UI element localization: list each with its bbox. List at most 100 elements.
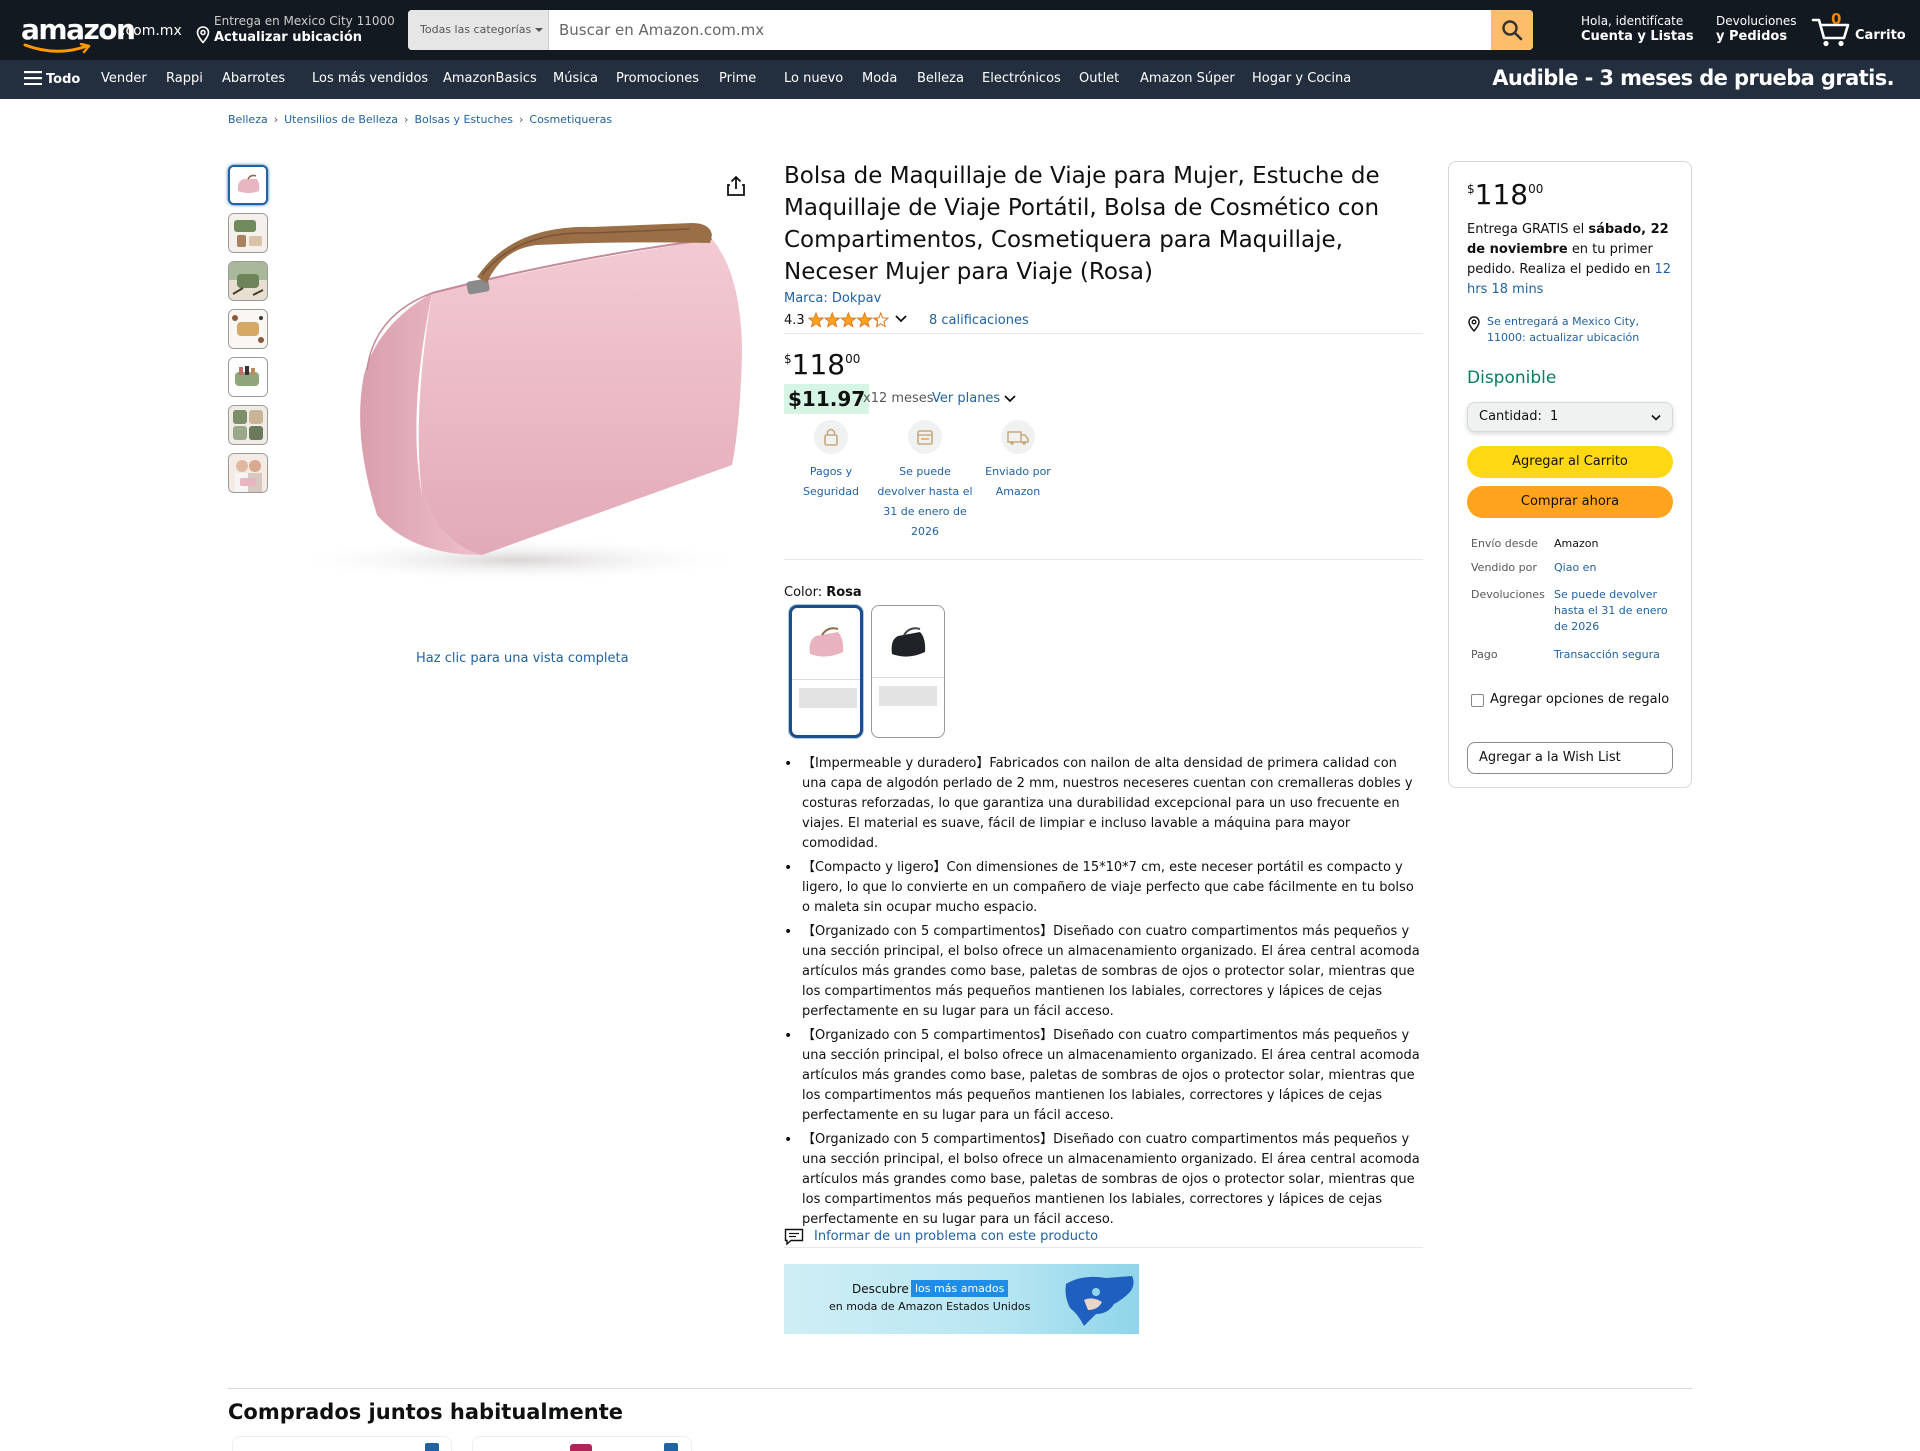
subnav-item-promociones[interactable]: Promociones (616, 71, 699, 86)
delivery-location[interactable]: Entrega en Mexico City 11000 Actualizar … (196, 14, 395, 48)
audible-promo-banner[interactable]: Audible - 3 meses de prueba gratis. (1492, 66, 1894, 90)
share-icon[interactable] (726, 175, 746, 197)
green-bag-contents-thumbnail-image (229, 214, 267, 252)
subnav-item-vender[interactable]: Vender (101, 71, 147, 86)
subnav-item-mas-vendidos[interactable]: Los más vendidos (312, 71, 428, 86)
secure-transaction-link[interactable]: Transacción segura (1554, 647, 1672, 663)
ships-from-label: Envío desde (1471, 537, 1538, 550)
chevron-down-icon[interactable] (894, 313, 908, 325)
subnav-item-prime[interactable]: Prime (719, 71, 756, 86)
star-icon (808, 312, 825, 328)
bag-with-brushes-thumbnail-image (229, 262, 267, 300)
badge-label: Enviado por Amazon (985, 465, 1051, 498)
subnav-item-rappi[interactable]: Rappi (166, 71, 203, 86)
brand-link[interactable]: Marca: Dokpav (784, 291, 881, 306)
ratings-count-link[interactable]: 8 calificaciones (929, 313, 1029, 328)
subnav-item-moda[interactable]: Moda (862, 71, 897, 86)
breadcrumb-link[interactable]: Utensilios de Belleza (284, 113, 398, 126)
subnav-item-amazon-super[interactable]: Amazon Súper (1140, 71, 1235, 86)
thumbnail-6[interactable] (228, 405, 268, 445)
add-to-wishlist-button[interactable]: Agregar a la Wish List (1467, 742, 1673, 774)
breadcrumb-link[interactable]: Bolsas y Estuches (414, 113, 513, 126)
delivery-location-link[interactable]: Se entregará a Mexico City, 11000: actua… (1467, 314, 1677, 348)
ships-from-value: Amazon (1554, 537, 1599, 550)
returns-label: Devoluciones (1471, 588, 1545, 601)
pink-swatch-image (792, 608, 860, 680)
seller-link[interactable]: Qiao en (1554, 560, 1672, 576)
price-fraction: 00 (845, 352, 861, 366)
search-button[interactable] (1491, 10, 1533, 50)
fbt-checkbox-checked[interactable] (425, 1443, 439, 1451)
breadcrumb-link[interactable]: Cosmetiqueras (529, 113, 612, 126)
returns-label: Devoluciones (1716, 14, 1797, 28)
bag-features-thumbnail-image (229, 406, 267, 444)
color-label: Color: (784, 585, 823, 600)
logo-wordmark: amazon (21, 13, 136, 46)
buy-now-button[interactable]: Comprar ahora (1467, 486, 1673, 518)
checkbox-unchecked[interactable] (1471, 694, 1484, 707)
location-pin-icon (196, 26, 210, 44)
fbt-product-thumbnail (570, 1444, 592, 1451)
rating-number: 4.3 (784, 313, 805, 328)
delivery-free-text: Entrega GRATIS el (1467, 222, 1585, 237)
amazon-logo[interactable]: amazon .com.mx (21, 13, 182, 54)
cart-button[interactable]: 0 Carrito (1811, 10, 1907, 48)
price-whole: 118 (1474, 178, 1529, 211)
badge-label: Pagos y Seguridad (803, 465, 859, 498)
star-rating-icon[interactable] (808, 312, 890, 329)
badge-secure-payment[interactable]: Pagos y Seguridad (781, 420, 881, 502)
quantity-label: Cantidad: (1479, 409, 1542, 424)
subnav-item-hogar-cocina[interactable]: Hogar y Cocina (1252, 71, 1351, 86)
main-product-image[interactable] (272, 165, 762, 585)
price-whole: 118 (791, 348, 846, 381)
buybox-price: $11800 (1467, 178, 1543, 211)
badge-label: Se puede devolver hasta el 31 de enero d… (877, 465, 973, 538)
secondary-navbar: Todo Vender Rappi Abarrotes Los más vend… (0, 60, 1920, 99)
subnav-item-electronicos[interactable]: Electrónicos (982, 71, 1061, 86)
price-symbol: $ (1467, 182, 1475, 196)
frequently-bought-title: Comprados juntos habitualmente (228, 1400, 623, 1424)
thumbnail-1[interactable] (228, 165, 268, 205)
fbt-checkbox-checked[interactable] (664, 1443, 678, 1451)
fbt-product-card[interactable] (232, 1436, 452, 1451)
thumbnail-4[interactable] (228, 309, 268, 349)
usa-map-illustration-icon (1065, 1276, 1134, 1326)
all-menu-button[interactable]: Todo (24, 71, 80, 87)
add-to-cart-button[interactable]: Agregar al Carrito (1467, 446, 1673, 478)
subnav-item-amazonbasics[interactable]: AmazonBasics (443, 71, 537, 86)
chevron-right-icon: › (404, 113, 409, 126)
feature-bullet: 【Impermeable y duradero】Fabricados con n… (784, 754, 1424, 854)
returns-policy-link[interactable]: Se puede devolver hasta el 31 de enero d… (1554, 587, 1672, 635)
feature-bullet: 【Organizado con 5 compartimentos】Diseñad… (784, 1026, 1424, 1126)
lifestyle-model-thumbnail-image (229, 454, 267, 492)
fashion-promo-banner[interactable]: Descubre los más amados en moda de Amazo… (784, 1264, 1139, 1334)
search-bar: Todas las categorías (408, 10, 1533, 50)
chevron-down-icon[interactable] (1003, 393, 1017, 405)
subnav-item-belleza[interactable]: Belleza (917, 71, 964, 86)
view-plans-link[interactable]: Ver planes (932, 391, 1000, 406)
subnav-item-abarrotes[interactable]: Abarrotes (222, 71, 285, 86)
thumbnail-3[interactable] (228, 261, 268, 301)
deliver-to-label: Entrega en Mexico City 11000 (214, 14, 395, 28)
badge-returns[interactable]: Se puede devolver hasta el 31 de enero d… (875, 420, 975, 542)
thumbnail-7[interactable] (228, 453, 268, 493)
subnav-item-outlet[interactable]: Outlet (1079, 71, 1119, 86)
color-swatch-negro[interactable] (871, 605, 945, 738)
thumbnail-2[interactable] (228, 213, 268, 253)
returns-orders-link[interactable]: Devoluciones y Pedidos (1716, 14, 1797, 44)
smile-arrow-icon (23, 43, 91, 54)
cart-count: 0 (1831, 10, 1842, 28)
thumbnail-5[interactable] (228, 357, 268, 397)
search-input[interactable] (549, 10, 1492, 50)
subnav-item-lo-nuevo[interactable]: Lo nuevo (784, 71, 843, 86)
breadcrumb-link[interactable]: Belleza (228, 113, 268, 126)
search-category-dropdown[interactable]: Todas las categorías (408, 10, 549, 50)
badge-shipped-by-amazon[interactable]: Enviado por Amazon (968, 420, 1068, 502)
account-lists-menu[interactable]: Hola, identifícate Cuenta y Listas (1581, 14, 1694, 44)
quantity-dropdown[interactable]: Cantidad: 1 (1467, 402, 1673, 432)
color-swatch-rosa[interactable] (789, 605, 863, 738)
subnav-item-musica[interactable]: Música (553, 71, 598, 86)
chevron-right-icon: › (273, 113, 279, 126)
return-box-icon (908, 420, 942, 454)
full-view-link[interactable]: Haz clic para una vista completa (416, 651, 629, 666)
